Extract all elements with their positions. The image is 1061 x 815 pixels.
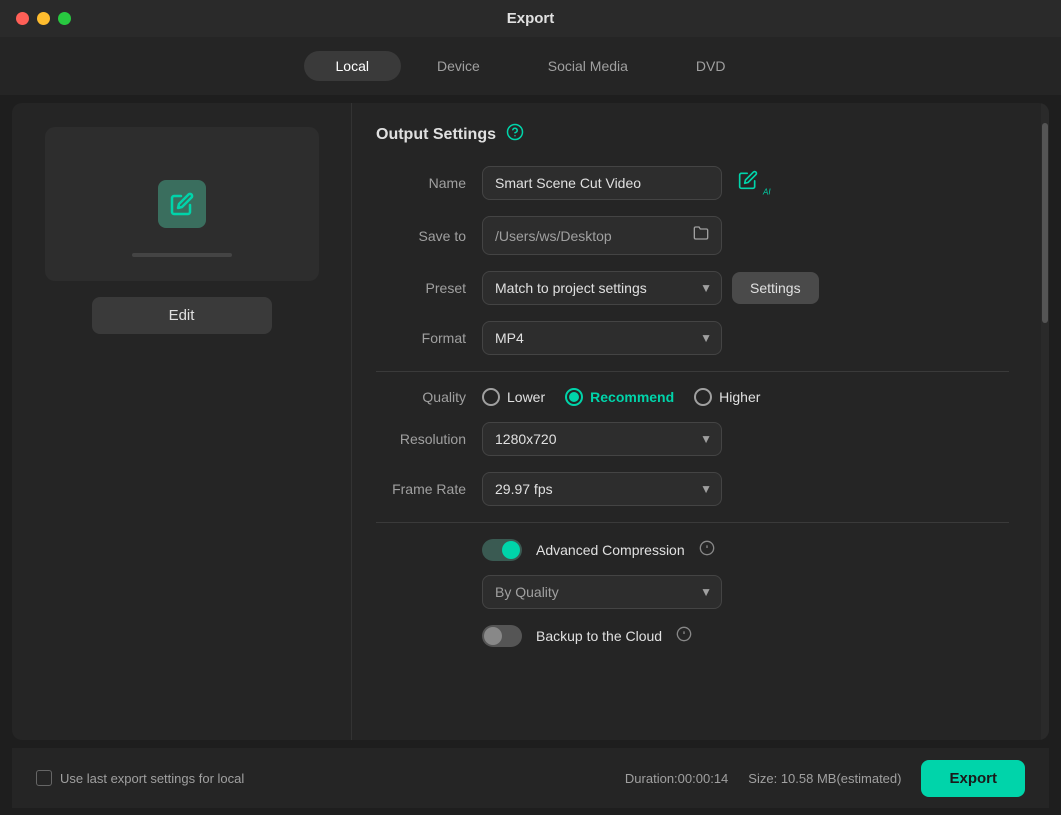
quality-higher-radio	[694, 388, 712, 406]
settings-button[interactable]: Settings	[732, 272, 819, 304]
divider-1	[376, 371, 1009, 372]
resolution-label: Resolution	[376, 431, 466, 447]
quality-higher-label: Higher	[719, 389, 760, 405]
preview-box	[45, 127, 319, 281]
by-quality-select[interactable]: By Quality By Bitrate	[482, 575, 722, 609]
quality-recommend-radio	[565, 388, 583, 406]
advanced-compression-row: Advanced Compression	[482, 539, 1009, 561]
backup-cloud-toggle[interactable]	[482, 625, 522, 647]
advanced-compression-knob	[502, 541, 520, 559]
title-bar: Export	[0, 0, 1061, 37]
backup-cloud-info-icon[interactable]	[676, 626, 692, 647]
advanced-compression-info-icon[interactable]	[699, 540, 715, 561]
section-header: Output Settings	[376, 123, 1009, 146]
quality-row: Quality Lower Recommend	[376, 388, 1009, 406]
size-text: Size: 10.58 MB(estimated)	[748, 771, 901, 786]
resolution-select[interactable]: 1280x720 1920x1080 720x480	[482, 422, 722, 456]
preview-line	[132, 253, 232, 257]
quality-lower[interactable]: Lower	[482, 388, 545, 406]
left-panel: Edit	[12, 103, 352, 740]
backup-cloud-row: Backup to the Cloud	[482, 625, 1009, 647]
format-label: Format	[376, 330, 466, 346]
export-button[interactable]: Export	[921, 760, 1025, 797]
checkbox-icon	[36, 770, 52, 786]
close-button[interactable]	[16, 12, 29, 25]
quality-recommend-label: Recommend	[590, 389, 674, 405]
resolution-row: Resolution 1280x720 1920x1080 720x480 ▼	[376, 422, 1009, 456]
bottom-bar: Use last export settings for local Durat…	[12, 748, 1049, 808]
tab-social-media[interactable]: Social Media	[516, 51, 660, 81]
window-title: Export	[507, 10, 555, 27]
help-icon[interactable]	[506, 123, 524, 146]
use-last-settings-checkbox[interactable]: Use last export settings for local	[36, 770, 244, 786]
advanced-compression-toggle[interactable]	[482, 539, 522, 561]
preset-select[interactable]: Match to project settings	[482, 271, 722, 305]
compression-dropdown: By Quality By Bitrate ▼	[482, 575, 1009, 609]
divider-2	[376, 522, 1009, 523]
quality-higher[interactable]: Higher	[694, 388, 760, 406]
preset-row: Preset Match to project settings ▼ Setti…	[376, 271, 1009, 305]
frame-rate-row: Frame Rate 29.97 fps 24 fps 30 fps 60 fp…	[376, 472, 1009, 506]
quality-recommend-dot	[569, 392, 579, 402]
output-settings-title: Output Settings	[376, 126, 496, 144]
quality-lower-label: Lower	[507, 389, 545, 405]
preview-icon	[158, 180, 206, 228]
traffic-lights	[16, 12, 71, 25]
save-to-path-box[interactable]: /Users/ws/Desktop	[482, 216, 722, 255]
backup-cloud-label: Backup to the Cloud	[536, 628, 662, 644]
scrollbar-thumb[interactable]	[1042, 123, 1048, 323]
save-to-value: /Users/ws/Desktop	[495, 228, 612, 244]
name-row: Name AI	[376, 166, 1009, 200]
quality-label: Quality	[376, 389, 466, 405]
tab-dvd[interactable]: DVD	[664, 51, 758, 81]
save-to-row: Save to /Users/ws/Desktop	[376, 216, 1009, 255]
folder-icon	[693, 225, 709, 246]
quality-lower-radio	[482, 388, 500, 406]
tab-bar: Local Device Social Media DVD	[0, 37, 1061, 95]
tab-local[interactable]: Local	[304, 51, 401, 81]
scrollbar-track	[1041, 103, 1049, 740]
name-label: Name	[376, 175, 466, 191]
frame-rate-label: Frame Rate	[376, 481, 466, 497]
advanced-compression-label: Advanced Compression	[536, 542, 685, 558]
quality-radio-group: Lower Recommend Higher	[482, 388, 1009, 406]
frame-rate-select[interactable]: 29.97 fps 24 fps 30 fps 60 fps	[482, 472, 722, 506]
right-panel: Output Settings Name	[352, 103, 1041, 740]
checkbox-label: Use last export settings for local	[60, 771, 244, 786]
format-select[interactable]: MP4	[482, 321, 722, 355]
backup-cloud-knob	[484, 627, 502, 645]
minimize-button[interactable]	[37, 12, 50, 25]
duration-text: Duration:00:00:14	[625, 771, 728, 786]
edit-button[interactable]: Edit	[92, 297, 272, 334]
format-row: Format MP4 ▼	[376, 321, 1009, 355]
maximize-button[interactable]	[58, 12, 71, 25]
name-input[interactable]	[482, 166, 722, 200]
tab-device[interactable]: Device	[405, 51, 512, 81]
quality-recommend[interactable]: Recommend	[565, 388, 674, 406]
save-to-label: Save to	[376, 228, 466, 244]
ai-edit-icon[interactable]: AI	[738, 170, 771, 197]
preset-label: Preset	[376, 280, 466, 296]
